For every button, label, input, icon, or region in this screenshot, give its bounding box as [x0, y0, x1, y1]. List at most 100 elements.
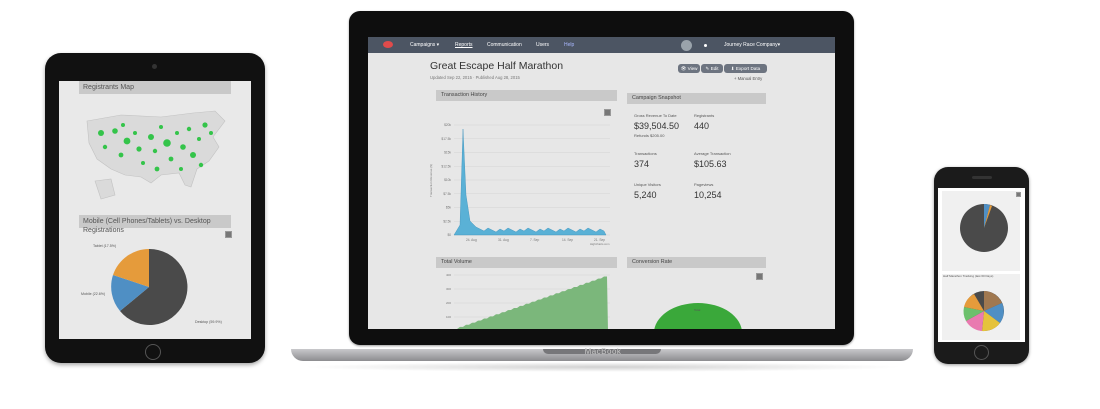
map-dot [121, 123, 125, 127]
x-tick-label: 14. Sep [562, 238, 573, 242]
tablet-home-button[interactable] [145, 344, 161, 360]
map-dot [180, 144, 186, 150]
nav-reports[interactable]: Reports [455, 42, 473, 48]
campaign-snapshot-title: Campaign Snapshot [627, 93, 766, 104]
laptop-shadow [300, 362, 905, 372]
transaction-xtitle: Highcharts.com [590, 242, 610, 246]
map-dot [123, 137, 131, 145]
map-dot [118, 152, 124, 158]
pie-label-mobile: Mobile (22.6%) [81, 292, 105, 296]
nav-help[interactable]: Help [564, 42, 574, 48]
pageviews-label: Pageviews [694, 182, 714, 187]
transaction-ylabel: Transaction Revenue ($) [429, 164, 433, 197]
nav-users[interactable]: Users [536, 42, 549, 48]
transactions-label: Transactions [634, 151, 657, 156]
registrants-map-panel: Registrants Map [79, 81, 231, 94]
chart-menu-button[interactable] [604, 109, 611, 116]
map-dot [159, 125, 163, 129]
view-button[interactable]: 👁 View [678, 64, 700, 73]
y-tick-label: 300 [446, 287, 451, 291]
map-dot [163, 139, 171, 147]
notification-dot[interactable] [704, 44, 707, 47]
us-outline [86, 110, 226, 188]
conversion-rate-chart: Total [654, 303, 742, 329]
nav-campaigns[interactable]: Campaigns ▾ [410, 42, 439, 48]
pie-label-desktop: Desktop (59.9%) [195, 320, 222, 324]
gross-revenue-value: $39,504.50 [634, 121, 680, 131]
chart-menu-button[interactable] [756, 273, 763, 280]
refunds-value: Refunds $205.00 [634, 133, 665, 138]
unique-visitors-value: 5,240 [634, 190, 657, 200]
laptop-brand: MacBook [584, 347, 622, 356]
total-volume-area [454, 276, 608, 329]
chart-menu-button[interactable] [225, 231, 232, 238]
pageviews-value: 10,254 [694, 190, 722, 200]
conversion-total-label: Total [694, 308, 701, 312]
map-dot [112, 128, 118, 134]
conversion-gauge [654, 303, 742, 329]
user-avatar[interactable] [681, 40, 692, 51]
map-dot [202, 122, 208, 128]
alaska-outline [94, 178, 116, 200]
export-data-button[interactable]: ⬇ Export Data [724, 64, 767, 73]
map-dot [190, 152, 196, 158]
map-dot [198, 162, 204, 168]
laptop-lid: Campaigns ▾ Reports Communication Users … [349, 11, 854, 345]
y-tick-label: 400 [446, 273, 451, 277]
phone-pie-1 [960, 204, 1008, 252]
tablet-camera [152, 64, 157, 69]
x-tick-label: 7. Sep [530, 238, 539, 242]
edit-button[interactable]: ✎ Edit [701, 64, 723, 73]
map-dot [102, 144, 108, 150]
average-transaction-value: $105.63 [694, 159, 727, 169]
page-subtitle: Updated Sep 22, 2015 · Published Aug 28,… [430, 75, 520, 80]
transaction-history-title: Transaction History [436, 90, 617, 101]
y-tick-label: $5k [446, 206, 452, 210]
y-tick-label: $20k [444, 123, 451, 127]
phone-speaker [972, 176, 992, 179]
map-dot [136, 146, 142, 152]
map-dot [197, 137, 201, 141]
map-dot [152, 148, 158, 154]
nav-communication[interactable]: Communication [487, 42, 522, 48]
map-dot [175, 131, 179, 135]
device-chart-title: Mobile (Cell Phones/Tablets) vs. Desktop… [79, 215, 231, 234]
map-dot [98, 130, 104, 136]
logo-icon[interactable] [383, 41, 393, 48]
map-dot [179, 167, 183, 171]
manual-entry-link[interactable]: + Manual Entry [734, 76, 762, 81]
y-tick-label: $17.5k [441, 137, 451, 141]
map-dot [141, 161, 145, 165]
tablet-device: Registrants Map Mobile (Cell Phones/Tabl… [45, 53, 265, 363]
y-tick-label: $12.5k [441, 164, 451, 168]
phone-chart-2-title: Half Marathon Tracking (last 60 Days) [943, 274, 994, 278]
x-tick-label: 24. Aug [466, 238, 477, 242]
map-dot [154, 166, 160, 172]
transaction-history-chart: $20k$17.5k$15k$12.5k$10k$7.5k$5k$2.5k$0 … [429, 123, 610, 246]
device-chart-panel: Mobile (Cell Phones/Tablets) vs. Desktop… [79, 215, 231, 234]
top-navbar: Campaigns ▾ Reports Communication Users … [368, 37, 835, 53]
y-tick-label: $7.5k [443, 192, 451, 196]
gross-revenue-label: Gross Revenue To Date [634, 113, 677, 118]
nav-company[interactable]: Journey Race Company▾ [724, 42, 780, 48]
chart-menu-button[interactable] [1016, 192, 1021, 197]
total-volume-chart: 400 300 200 100 [446, 273, 610, 329]
average-transaction-label: Average Transaction [694, 151, 731, 156]
device-pie-chart: Tablet (17.5%) Mobile (22.6%) Desktop (5… [81, 244, 222, 325]
map-dot [209, 131, 213, 135]
pie-label-tablet: Tablet (17.5%) [93, 244, 116, 248]
map-dot [133, 131, 137, 135]
y-tick-label: $2.5k [443, 219, 451, 223]
phone-home-button[interactable] [974, 345, 989, 360]
transaction-area [453, 128, 607, 236]
y-tick-label: 200 [446, 301, 451, 305]
map-dot [148, 134, 154, 140]
y-tick-label: $10k [444, 178, 451, 182]
map-dot [168, 156, 174, 162]
transactions-value: 374 [634, 159, 650, 169]
registrants-value: 440 [694, 121, 710, 131]
conversion-rate-title: Conversion Rate [627, 257, 766, 268]
x-tick-label: 31. Aug [498, 238, 509, 242]
page-title: Great Escape Half Marathon [430, 60, 564, 72]
map-dot [186, 126, 192, 132]
